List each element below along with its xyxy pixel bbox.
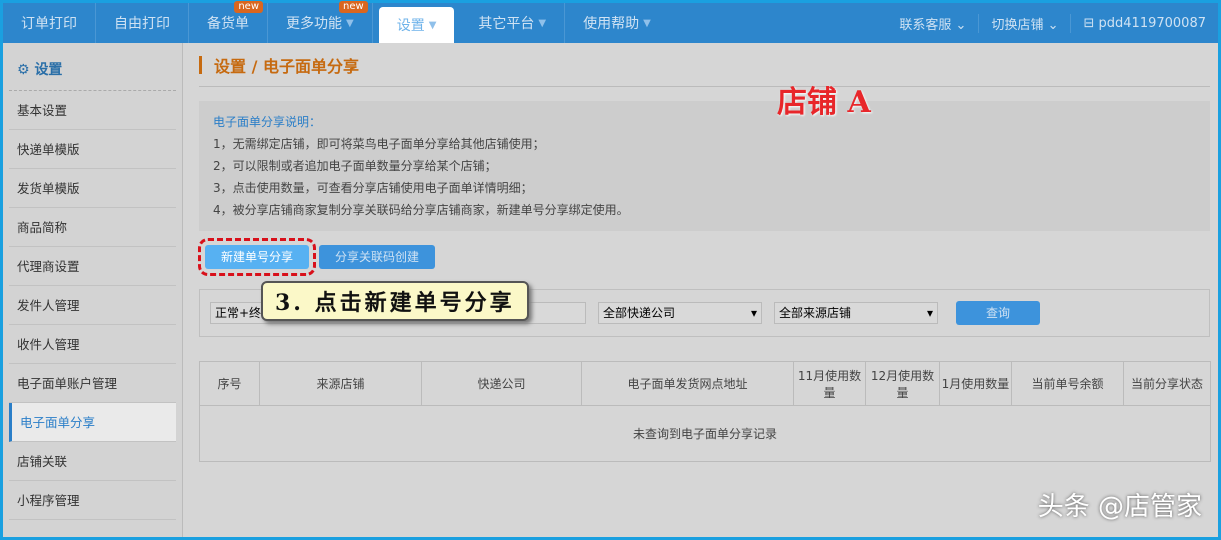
query-button[interactable]: 查询 (956, 301, 1040, 325)
info-title: 电子面单分享说明： (213, 115, 322, 129)
contact-service[interactable]: 联系客服 ⌄ (887, 13, 980, 33)
col-header: 11月使用数量 (793, 361, 866, 406)
sidebar-title-text: 设置 (34, 62, 63, 78)
info-line: 2，可以限制或者追加电子面单数量分享给某个店铺； (213, 159, 497, 173)
caret-down-icon: ▼ (346, 17, 354, 29)
caret-down-icon: ▾ (750, 306, 757, 320)
nav-help[interactable]: 使用帮助 ▼ (565, 3, 669, 43)
sidebar-item[interactable]: 发件人管理 (9, 286, 176, 325)
col-header: 12月使用数量 (865, 361, 940, 406)
info-line: 4，被分享店铺商家复制分享关联码给分享店铺商家，新建单号分享绑定使用。 (213, 203, 629, 217)
nav-label: 订单打印 (21, 16, 77, 32)
share-table: 序号 来源店铺 快递公司 电子面单发货网点地址 11月使用数量 12月使用数量 … (199, 361, 1211, 462)
info-line: 1，无需绑定店铺，即可将菜鸟电子面单分享给其他店铺使用； (213, 137, 545, 151)
col-header: 当前分享状态 (1123, 361, 1211, 406)
breadcrumb: 设置 / 电子面单分享 (199, 43, 1210, 87)
account-label: pdd4119700087 (1098, 15, 1206, 31)
caret-down-icon: ▼ (643, 17, 651, 29)
nav-order-print[interactable]: 订单打印 (3, 3, 96, 43)
gear-icon: ⚙ (17, 62, 30, 78)
info-box: 电子面单分享说明： 1，无需绑定店铺，即可将菜鸟电子面单分享给其他店铺使用； 2… (199, 101, 1210, 231)
caret-down-icon: ▾ (926, 306, 933, 320)
annotation-shop-a: 店铺 A (777, 85, 871, 120)
new-share-button[interactable]: 新建单号分享 (197, 238, 317, 276)
new-badge: new (339, 1, 368, 13)
source-value: 全部来源店铺 (779, 306, 852, 320)
nav-free-print[interactable]: 自由打印 (96, 3, 189, 43)
nav-label: 使用帮助 (583, 16, 640, 32)
switch-label: 切换店铺 (991, 17, 1044, 33)
col-header: 来源店铺 (259, 361, 422, 406)
info-line: 3，点击使用数量，可查看分享店铺使用电子面单详情明细； (213, 181, 533, 195)
express-value: 全部快递公司 (603, 306, 676, 320)
nav-label: 更多功能 (286, 16, 342, 32)
express-select[interactable]: 全部快递公司 ▾ (598, 302, 762, 324)
col-header: 序号 (199, 361, 260, 406)
sidebar-item[interactable]: 电子面单账户管理 (9, 364, 176, 403)
nav-other-platform[interactable]: 其它平台 ▼ (460, 3, 566, 43)
watermark: 头条 @店管家 (1037, 492, 1202, 522)
nav-settings[interactable]: 设置 ▼ (378, 7, 455, 43)
tooltip-callout: 3. 点击新建单号分享 (261, 281, 529, 321)
sidebar-title: ⚙ 设置 (9, 49, 176, 91)
status-value: 正常+终 (215, 306, 262, 320)
empty-message: 未查询到电子面单分享记录 (199, 405, 1211, 462)
sidebar-item[interactable]: 商品简称 (9, 208, 176, 247)
top-nav: 订单打印 自由打印 备货单 new 更多功能 ▼ new 设置 ▼ 其它平台 ▼ 使用帮助… (3, 1, 1218, 43)
switch-shop[interactable]: 切换店铺 ⌄ (979, 13, 1072, 33)
source-shop-select[interactable]: 全部来源店铺 ▾ (774, 302, 938, 324)
nav-label: 其它平台 (478, 16, 535, 32)
code-create-button[interactable]: 分享关联码创建 (319, 245, 436, 269)
nav-stock[interactable]: 备货单 new (189, 1, 268, 43)
col-header: 电子面单发货网点地址 (581, 361, 794, 406)
sidebar-item[interactable]: 基本设置 (9, 91, 176, 130)
sidebar-item[interactable]: 店铺关联 (9, 442, 176, 481)
col-header: 当前单号余额 (1011, 361, 1124, 406)
caret-down-icon: ▼ (428, 19, 437, 31)
sidebar-item-active[interactable]: 电子面单分享 (9, 403, 176, 442)
new-badge: new (234, 1, 263, 13)
nav-more[interactable]: 更多功能 ▼ new (268, 1, 373, 43)
sidebar-item[interactable]: 小程序管理 (9, 481, 176, 520)
shop-icon: ⊟ (1083, 15, 1095, 31)
contact-label: 联系客服 (899, 17, 952, 33)
sidebar-item[interactable]: 收件人管理 (9, 325, 176, 364)
caret-down-icon: ▼ (538, 17, 547, 29)
nav-label: 备货单 (207, 16, 249, 32)
col-header: 1月使用数量 (939, 361, 1012, 406)
account[interactable]: ⊟ pdd4119700087 (1071, 16, 1218, 31)
nav-label: 设置 (396, 18, 425, 34)
sidebar-item[interactable]: 代理商设置 (9, 247, 176, 286)
col-header: 快递公司 (421, 361, 582, 406)
sidebar-item[interactable]: 快递单模版 (9, 130, 176, 169)
sidebar-item[interactable]: 发货单模版 (9, 169, 176, 208)
sidebar: ⚙ 设置 基本设置 快递单模版 发货单模版 商品简称 代理商设置 发件人管理 收… (3, 43, 183, 537)
nav-label: 自由打印 (114, 16, 170, 32)
